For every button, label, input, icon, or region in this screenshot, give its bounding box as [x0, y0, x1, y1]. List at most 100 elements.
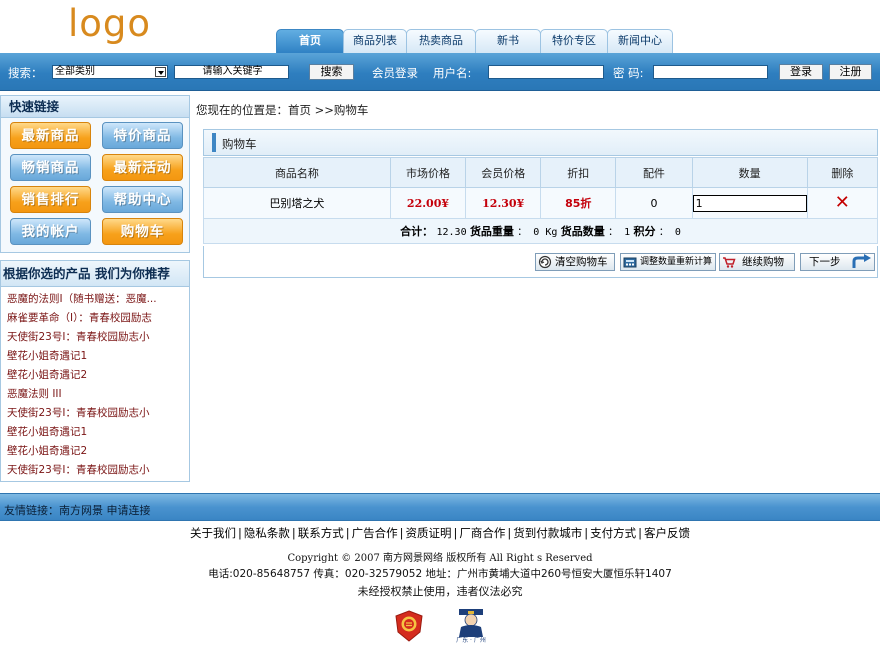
- calculator-icon: [623, 257, 637, 268]
- main-nav-tabs: 首页 商品列表 热卖商品 新书 特价专区 新闻中心: [276, 29, 673, 53]
- recommendation-item[interactable]: 天使街23号I：青春校园励志小: [7, 404, 189, 423]
- recommendation-item[interactable]: 麻雀要革命（I）：青春校园励志: [7, 309, 189, 328]
- quick-links-title: 快速链接: [1, 96, 189, 118]
- member-price: 12.30¥: [482, 196, 525, 210]
- cart-title: 购物车: [222, 137, 257, 151]
- weight-value: ： 0 Kg: [517, 227, 558, 238]
- quick-link-my-account[interactable]: 我的帐户: [10, 218, 91, 245]
- member-login-label: 会员登录: [372, 66, 418, 80]
- footer-link-feedback[interactable]: 客户反馈: [644, 526, 690, 540]
- footer-links: 关于我们 | 隐私条款 | 联系方式 | 广告合作 | 资质证明 | 厂商合作 | 货到付款城市 | 支付方…: [0, 525, 880, 541]
- cart-summary: 合计： 12.30 货品重量 ： 0 Kg 货品数量 ： 1 积分 ： 0: [203, 218, 878, 244]
- quick-link-bestsellers[interactable]: 畅销商品: [10, 154, 91, 181]
- police-badge-icon[interactable]: [394, 610, 424, 642]
- register-button[interactable]: 注册: [829, 64, 872, 80]
- total-label: 合计：: [400, 225, 434, 238]
- separator: |: [238, 526, 242, 540]
- recommendation-item[interactable]: 天使街23号I：青春校园励志小: [7, 461, 189, 480]
- cart-summary-row: 合计： 12.30 货品重量 ： 0 Kg 货品数量 ： 1 积分 ： 0: [203, 218, 878, 244]
- col-member-price: 会员价格: [465, 157, 542, 188]
- next-step-label: 下一步: [809, 256, 841, 268]
- chevron-down-icon[interactable]: [155, 67, 166, 77]
- next-step-button[interactable]: 下一步: [800, 253, 875, 271]
- col-quantity: 数量: [691, 157, 808, 188]
- recommendation-item[interactable]: 壁花小姐奇遇记2: [7, 442, 189, 461]
- password-label: 密 码:: [613, 66, 644, 80]
- keyword-input[interactable]: 请输入关键字: [174, 65, 289, 79]
- recommendation-list: 恶魔的法则I（随书赠送：恶魔... 麻雀要革命（I）：青春校园励志 天使街23号…: [1, 287, 189, 480]
- recommendation-item[interactable]: 天使街23号I：青春校园励志小: [7, 328, 189, 347]
- cart-header: 购物车: [203, 129, 878, 156]
- tab-product-list[interactable]: 商品列表: [343, 29, 407, 53]
- weight-label: 货品重量: [469, 225, 514, 238]
- count-label: 货品数量: [560, 225, 605, 238]
- accessories-count: 0: [615, 187, 693, 219]
- tab-home[interactable]: 首页: [276, 29, 344, 53]
- recommendation-item[interactable]: 恶魔的法则I（随书赠送：恶魔...: [7, 290, 189, 309]
- category-select[interactable]: 全部类别: [52, 65, 168, 79]
- cart-actions: 清空购物车 调整数量重新计算 继续购物 下一步: [203, 246, 878, 278]
- separator: |: [638, 526, 642, 540]
- category-select-value: 全部类别: [55, 66, 95, 77]
- points-value: ： 0: [658, 227, 681, 238]
- tab-special-offers[interactable]: 特价专区: [540, 29, 608, 53]
- quick-link-newest-products[interactable]: 最新商品: [10, 122, 91, 149]
- col-market-price: 市场价格: [389, 157, 467, 188]
- password-input[interactable]: [653, 65, 768, 79]
- points-label: 积分: [633, 225, 656, 238]
- discount-value: 85折: [565, 197, 592, 210]
- login-button[interactable]: 登录: [779, 64, 823, 80]
- site-logo[interactable]: logo: [68, 2, 151, 45]
- recommendation-item[interactable]: 壁花小姐奇遇记2: [7, 366, 189, 385]
- recommendation-item[interactable]: 壁花小姐奇遇记1: [7, 423, 189, 442]
- contact-info: 电话:020-85648757 传真：020-32579052 地址：广州市黄埔…: [208, 568, 672, 580]
- footer-link-about[interactable]: 关于我们: [190, 526, 236, 540]
- footer-link-qualification[interactable]: 资质证明: [406, 526, 452, 540]
- friend-links[interactable]: 友情链接：南方网景 申请连接: [4, 502, 151, 518]
- legal-warning: 未经授权禁止使用，违者仪法必究: [357, 585, 523, 598]
- quick-link-shopping-cart[interactable]: 购物车: [102, 218, 183, 245]
- table-row: 巴别塔之犬 22.00¥ 12.30¥ 85折 0 ✕: [203, 187, 879, 219]
- separator: |: [291, 526, 296, 540]
- separator: |: [584, 526, 589, 540]
- quick-links-panel: 快速链接 最新商品 特价商品 畅销商品 最新活动 销售排行 帮助中心 我的帐户 …: [0, 95, 190, 253]
- footer-link-vendors[interactable]: 厂商合作: [459, 526, 505, 540]
- footer-link-contact[interactable]: 联系方式: [298, 526, 344, 540]
- quantity-input[interactable]: [692, 194, 807, 212]
- guangzhou-badge[interactable]: 广东 · 广州: [453, 607, 489, 644]
- recommendations-title: 根据你选的产品 我们为你推荐: [1, 261, 189, 287]
- username-input[interactable]: [488, 65, 604, 79]
- shopping-cart-icon: [723, 257, 736, 268]
- search-label: 搜索：: [8, 66, 43, 80]
- recommendation-item[interactable]: 恶魔法则 III: [7, 385, 189, 404]
- quick-link-sales-ranking[interactable]: 销售排行: [10, 186, 91, 213]
- tab-new-books[interactable]: 新书: [475, 29, 541, 53]
- footer-link-ads[interactable]: 广告合作: [352, 526, 398, 540]
- separator: |: [345, 526, 350, 540]
- recalculate-button[interactable]: 调整数量重新计算: [620, 253, 716, 271]
- delete-icon[interactable]: ✕: [835, 192, 850, 213]
- cart-table: 商品名称 市场价格 会员价格 折扣 配件 数量 删除 巴别塔之犬 22.00¥ …: [203, 157, 879, 244]
- col-delete: 删除: [806, 157, 879, 188]
- continue-shopping-label: 继续购物: [742, 256, 784, 268]
- product-name-link[interactable]: 巴别塔之犬: [203, 187, 391, 219]
- search-button[interactable]: 搜索: [309, 64, 354, 80]
- recommendations-panel: 根据你选的产品 我们为你推荐 恶魔的法则I（随书赠送：恶魔... 麻雀要革命（I…: [0, 260, 190, 482]
- username-label: 用户名:: [433, 66, 472, 80]
- total-value: 12.30: [436, 227, 467, 238]
- tab-news-center[interactable]: 新闻中心: [607, 29, 673, 53]
- quick-link-latest-events[interactable]: 最新活动: [102, 154, 183, 181]
- footer-link-payment[interactable]: 支付方式: [590, 526, 636, 540]
- tab-hot-products[interactable]: 热卖商品: [406, 29, 476, 53]
- quick-link-help-center[interactable]: 帮助中心: [102, 186, 183, 213]
- separator: |: [399, 526, 404, 540]
- copyright: Copyright © 2007 南方网景网络 版权所有 All Right s…: [287, 553, 593, 564]
- footer-link-cod-cities[interactable]: 货到付款城市: [513, 526, 582, 540]
- footer-link-privacy[interactable]: 隐私条款: [244, 526, 290, 540]
- clear-cart-button[interactable]: 清空购物车: [535, 253, 615, 271]
- quick-link-special-products[interactable]: 特价商品: [102, 122, 183, 149]
- recommendation-item[interactable]: 壁花小姐奇遇记1: [7, 347, 189, 366]
- continue-shopping-button[interactable]: 继续购物: [719, 253, 795, 271]
- cart-table-header: 商品名称 市场价格 会员价格 折扣 配件 数量 删除: [203, 157, 879, 188]
- recalculate-label: 调整数量重新计算: [640, 257, 713, 267]
